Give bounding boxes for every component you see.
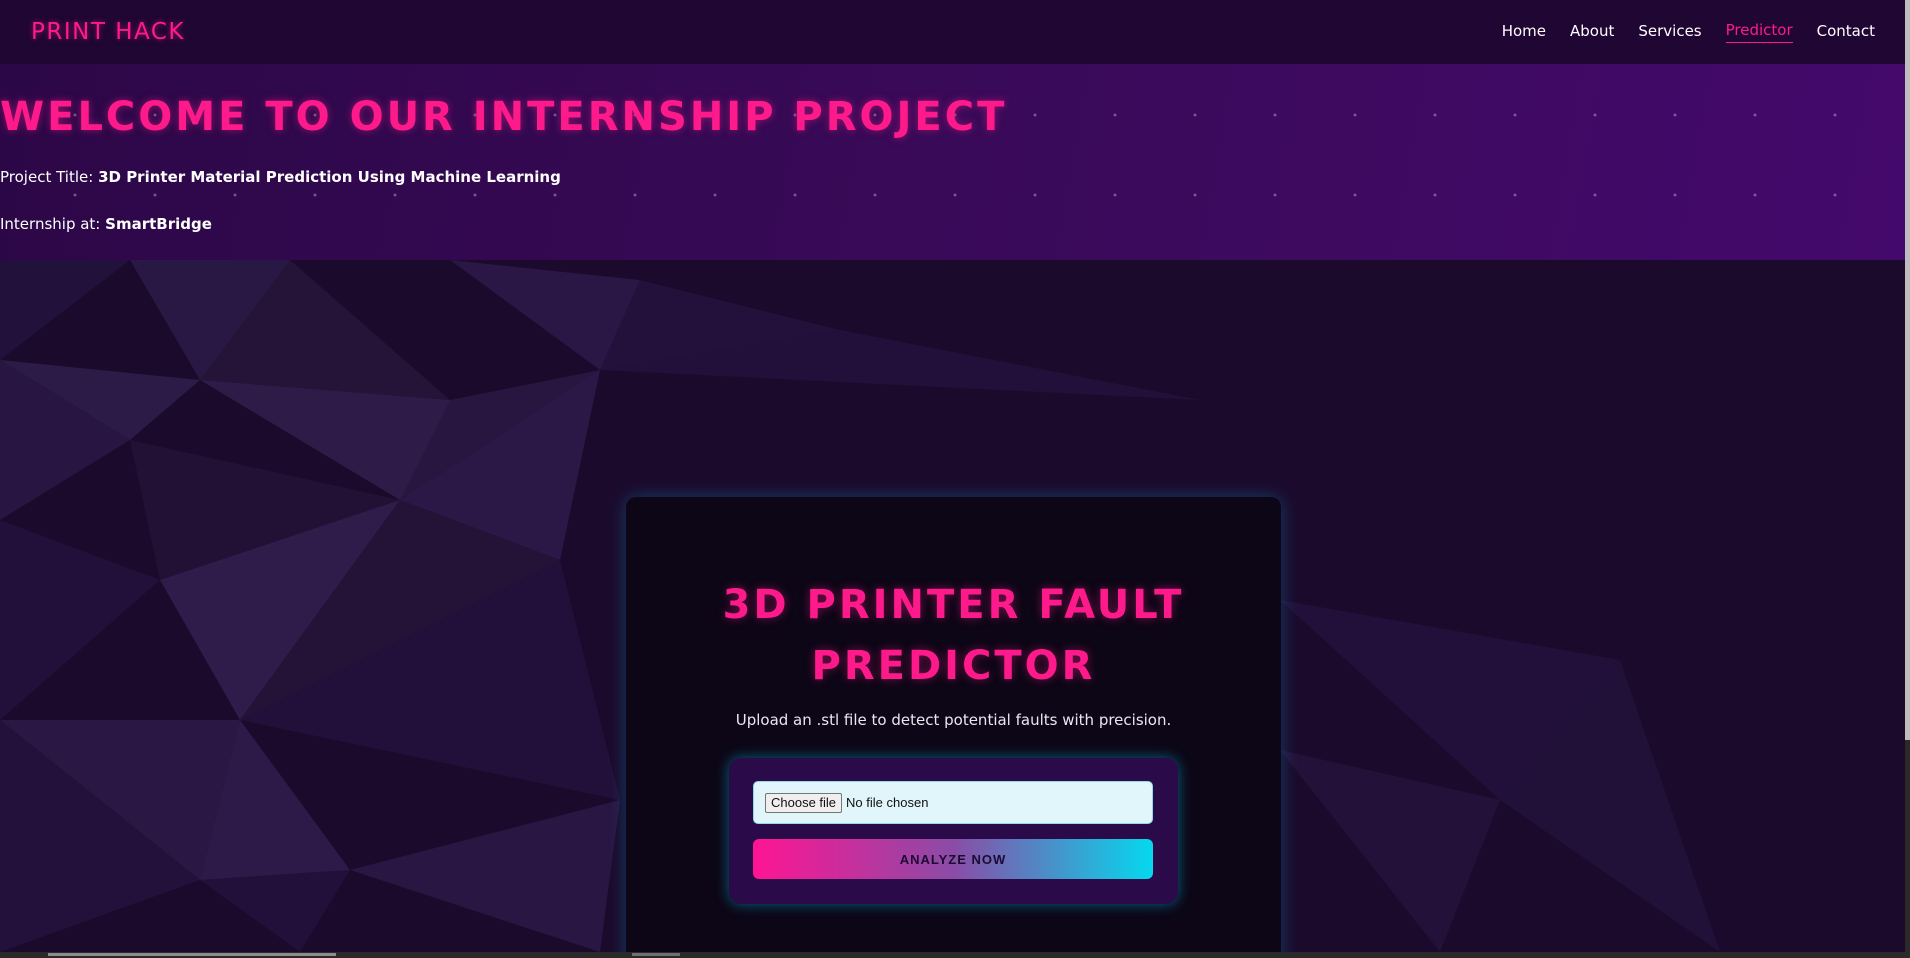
top-nav: PRINT HACK Home About Services Predictor…	[0, 0, 1905, 64]
project-title-line: Project Title: 3D Printer Material Predi…	[0, 168, 561, 186]
predictor-subtitle: Upload an .stl file to detect potential …	[735, 711, 1172, 729]
analyze-now-button[interactable]: ANALYZE NOW	[753, 839, 1153, 879]
horizontal-scrollbar[interactable]	[0, 952, 1905, 958]
nav-link-home[interactable]: Home	[1502, 22, 1546, 43]
internship-line: Internship at: SmartBridge	[0, 215, 212, 233]
vertical-scroll-thumb[interactable]	[1905, 0, 1910, 740]
nav-links: Home About Services Predictor Contact	[1502, 21, 1875, 43]
nav-link-about[interactable]: About	[1570, 22, 1614, 43]
hero-banner: WELCOME TO OUR INTERNSHIP PROJECT Projec…	[0, 64, 1905, 260]
horizontal-scroll-marker	[632, 953, 680, 956]
choose-file-button[interactable]: Choose file	[765, 792, 843, 813]
internship-value: SmartBridge	[105, 215, 212, 233]
predictor-card: 3D PRINTER FAULT PREDICTOR Upload an .st…	[626, 497, 1281, 952]
upload-panel: Choose file No file chosen ANALYZE NOW	[729, 758, 1178, 904]
predictor-title-line2: PREDICTOR	[811, 643, 1096, 689]
nav-link-predictor[interactable]: Predictor	[1725, 21, 1793, 43]
brand-logo[interactable]: PRINT HACK	[31, 19, 185, 45]
vertical-scrollbar[interactable]	[1905, 0, 1910, 958]
project-title-value: 3D Printer Material Prediction Using Mac…	[98, 168, 561, 186]
internship-label: Internship at:	[0, 215, 101, 233]
predictor-title: 3D PRINTER FAULT PREDICTOR	[626, 575, 1281, 697]
project-title-label: Project Title:	[0, 168, 94, 186]
horizontal-scroll-thumb[interactable]	[48, 953, 336, 956]
predictor-title-line1: 3D PRINTER FAULT	[722, 582, 1185, 628]
nav-link-services[interactable]: Services	[1638, 22, 1701, 43]
hero-title: WELCOME TO OUR INTERNSHIP PROJECT	[0, 94, 1008, 140]
page-viewport: PRINT HACK Home About Services Predictor…	[0, 0, 1905, 952]
file-status-text: No file chosen	[846, 795, 929, 810]
nav-link-contact[interactable]: Contact	[1817, 22, 1875, 43]
stl-file-input[interactable]: Choose file No file chosen	[753, 781, 1153, 824]
